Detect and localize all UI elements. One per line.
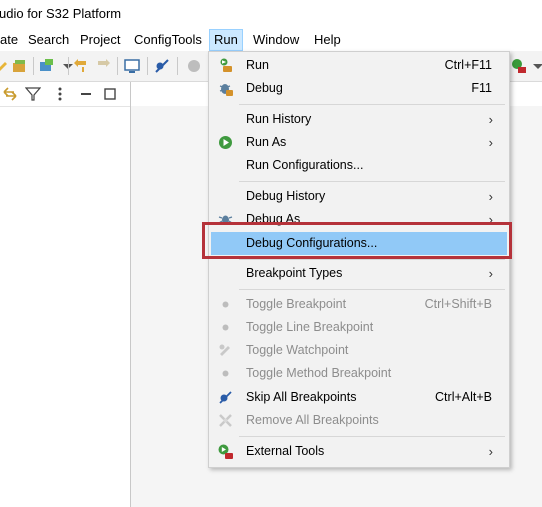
toolbar-separator — [177, 57, 178, 75]
menu-item-run-as[interactable]: Run As › — [211, 131, 507, 154]
window-title-bar: udio for S32 Platform — [0, 0, 542, 28]
dropdown-arrow-icon[interactable] — [530, 58, 542, 74]
toolbar-separator — [147, 57, 148, 75]
menu-item-run-history[interactable]: Run History › — [211, 108, 507, 131]
menu-item-toggle-method-breakpoint[interactable]: Toggle Method Breakpoint — [211, 362, 507, 385]
submenu-arrow-icon: › — [488, 189, 493, 204]
breakpoint-dot-icon — [222, 301, 229, 308]
menu-configtools[interactable]: ConfigTools — [130, 29, 206, 51]
menu-item-breakpoint-types[interactable]: Breakpoint Types › — [211, 262, 507, 285]
project-explorer-panel — [0, 82, 131, 507]
new-project-icon[interactable] — [12, 58, 28, 74]
build-target-icon[interactable] — [39, 58, 55, 74]
toolbar-separator — [68, 57, 69, 75]
submenu-arrow-icon: › — [488, 266, 493, 281]
menu-separator — [239, 259, 505, 260]
method-breakpoint-dot-icon — [222, 370, 229, 377]
menu-bar: ate Search Project ConfigTools Run Windo… — [0, 29, 542, 51]
menu-search[interactable]: Search — [24, 29, 73, 51]
skip-breakpoints-icon[interactable] — [154, 58, 170, 74]
run-menu-dropdown: Run Ctrl+F11 Debug F11 Run History › Run… — [208, 51, 510, 468]
menu-item-toggle-breakpoint[interactable]: Toggle Breakpoint Ctrl+Shift+B — [211, 293, 507, 316]
window-title: udio for S32 Platform — [0, 6, 122, 21]
submenu-arrow-icon: › — [488, 444, 493, 459]
menu-window[interactable]: Window — [249, 29, 303, 51]
menu-item-debug-history[interactable]: Debug History › — [211, 185, 507, 208]
menu-separator — [239, 289, 505, 290]
submenu-arrow-icon: › — [488, 112, 493, 127]
menu-item-external-tools[interactable]: External Tools › — [211, 440, 507, 463]
minimize-icon[interactable] — [78, 86, 94, 102]
menu-separator — [239, 104, 505, 105]
run-launch-icon — [220, 58, 232, 72]
watchpoint-pencil-icon — [219, 344, 230, 356]
skip-breakpoints-icon — [219, 391, 232, 404]
console-icon[interactable] — [124, 58, 140, 74]
view-menu-icon[interactable] — [52, 86, 68, 102]
filter-icon[interactable] — [25, 86, 41, 102]
menu-item-run[interactable]: Run Ctrl+F11 — [211, 54, 507, 77]
menu-item-toggle-line-breakpoint[interactable]: Toggle Line Breakpoint — [211, 316, 507, 339]
back-arrow-icon[interactable] — [73, 58, 89, 74]
menu-item-toggle-watchpoint[interactable]: Toggle Watchpoint — [211, 339, 507, 362]
menu-run[interactable]: Run — [209, 29, 243, 51]
external-tools-toolbar-icon[interactable] — [186, 58, 202, 74]
remove-all-breakpoints-icon — [219, 414, 232, 427]
menu-item-run-configurations[interactable]: Run Configurations... — [211, 154, 507, 177]
edit-pencil-icon[interactable] — [0, 58, 10, 74]
highlight-callout-box — [202, 222, 512, 259]
forward-arrow-icon[interactable] — [95, 58, 111, 74]
toolbar-separator — [117, 57, 118, 75]
toolbar-separator — [33, 57, 34, 75]
menu-item-skip-all-breakpoints[interactable]: Skip All Breakpoints Ctrl+Alt+B — [211, 386, 507, 409]
menu-item-debug[interactable]: Debug F11 — [211, 77, 507, 100]
menu-item-remove-all-breakpoints[interactable]: Remove All Breakpoints — [211, 409, 507, 432]
menu-help[interactable]: Help — [310, 29, 345, 51]
external-tools-icon — [218, 444, 233, 459]
run-green-circle-icon — [219, 136, 232, 149]
line-breakpoint-dot-icon — [222, 324, 229, 331]
debug-bug-icon — [219, 84, 233, 96]
submenu-arrow-icon: › — [488, 135, 493, 150]
link-with-editor-icon[interactable] — [2, 86, 18, 102]
menu-separator — [239, 181, 505, 182]
run-external-tool-icon[interactable] — [511, 58, 527, 74]
panel-header — [0, 82, 130, 107]
menu-navigate[interactable]: ate — [0, 29, 22, 51]
menu-separator — [239, 436, 505, 437]
menu-project[interactable]: Project — [76, 29, 124, 51]
maximize-icon[interactable] — [102, 86, 118, 102]
